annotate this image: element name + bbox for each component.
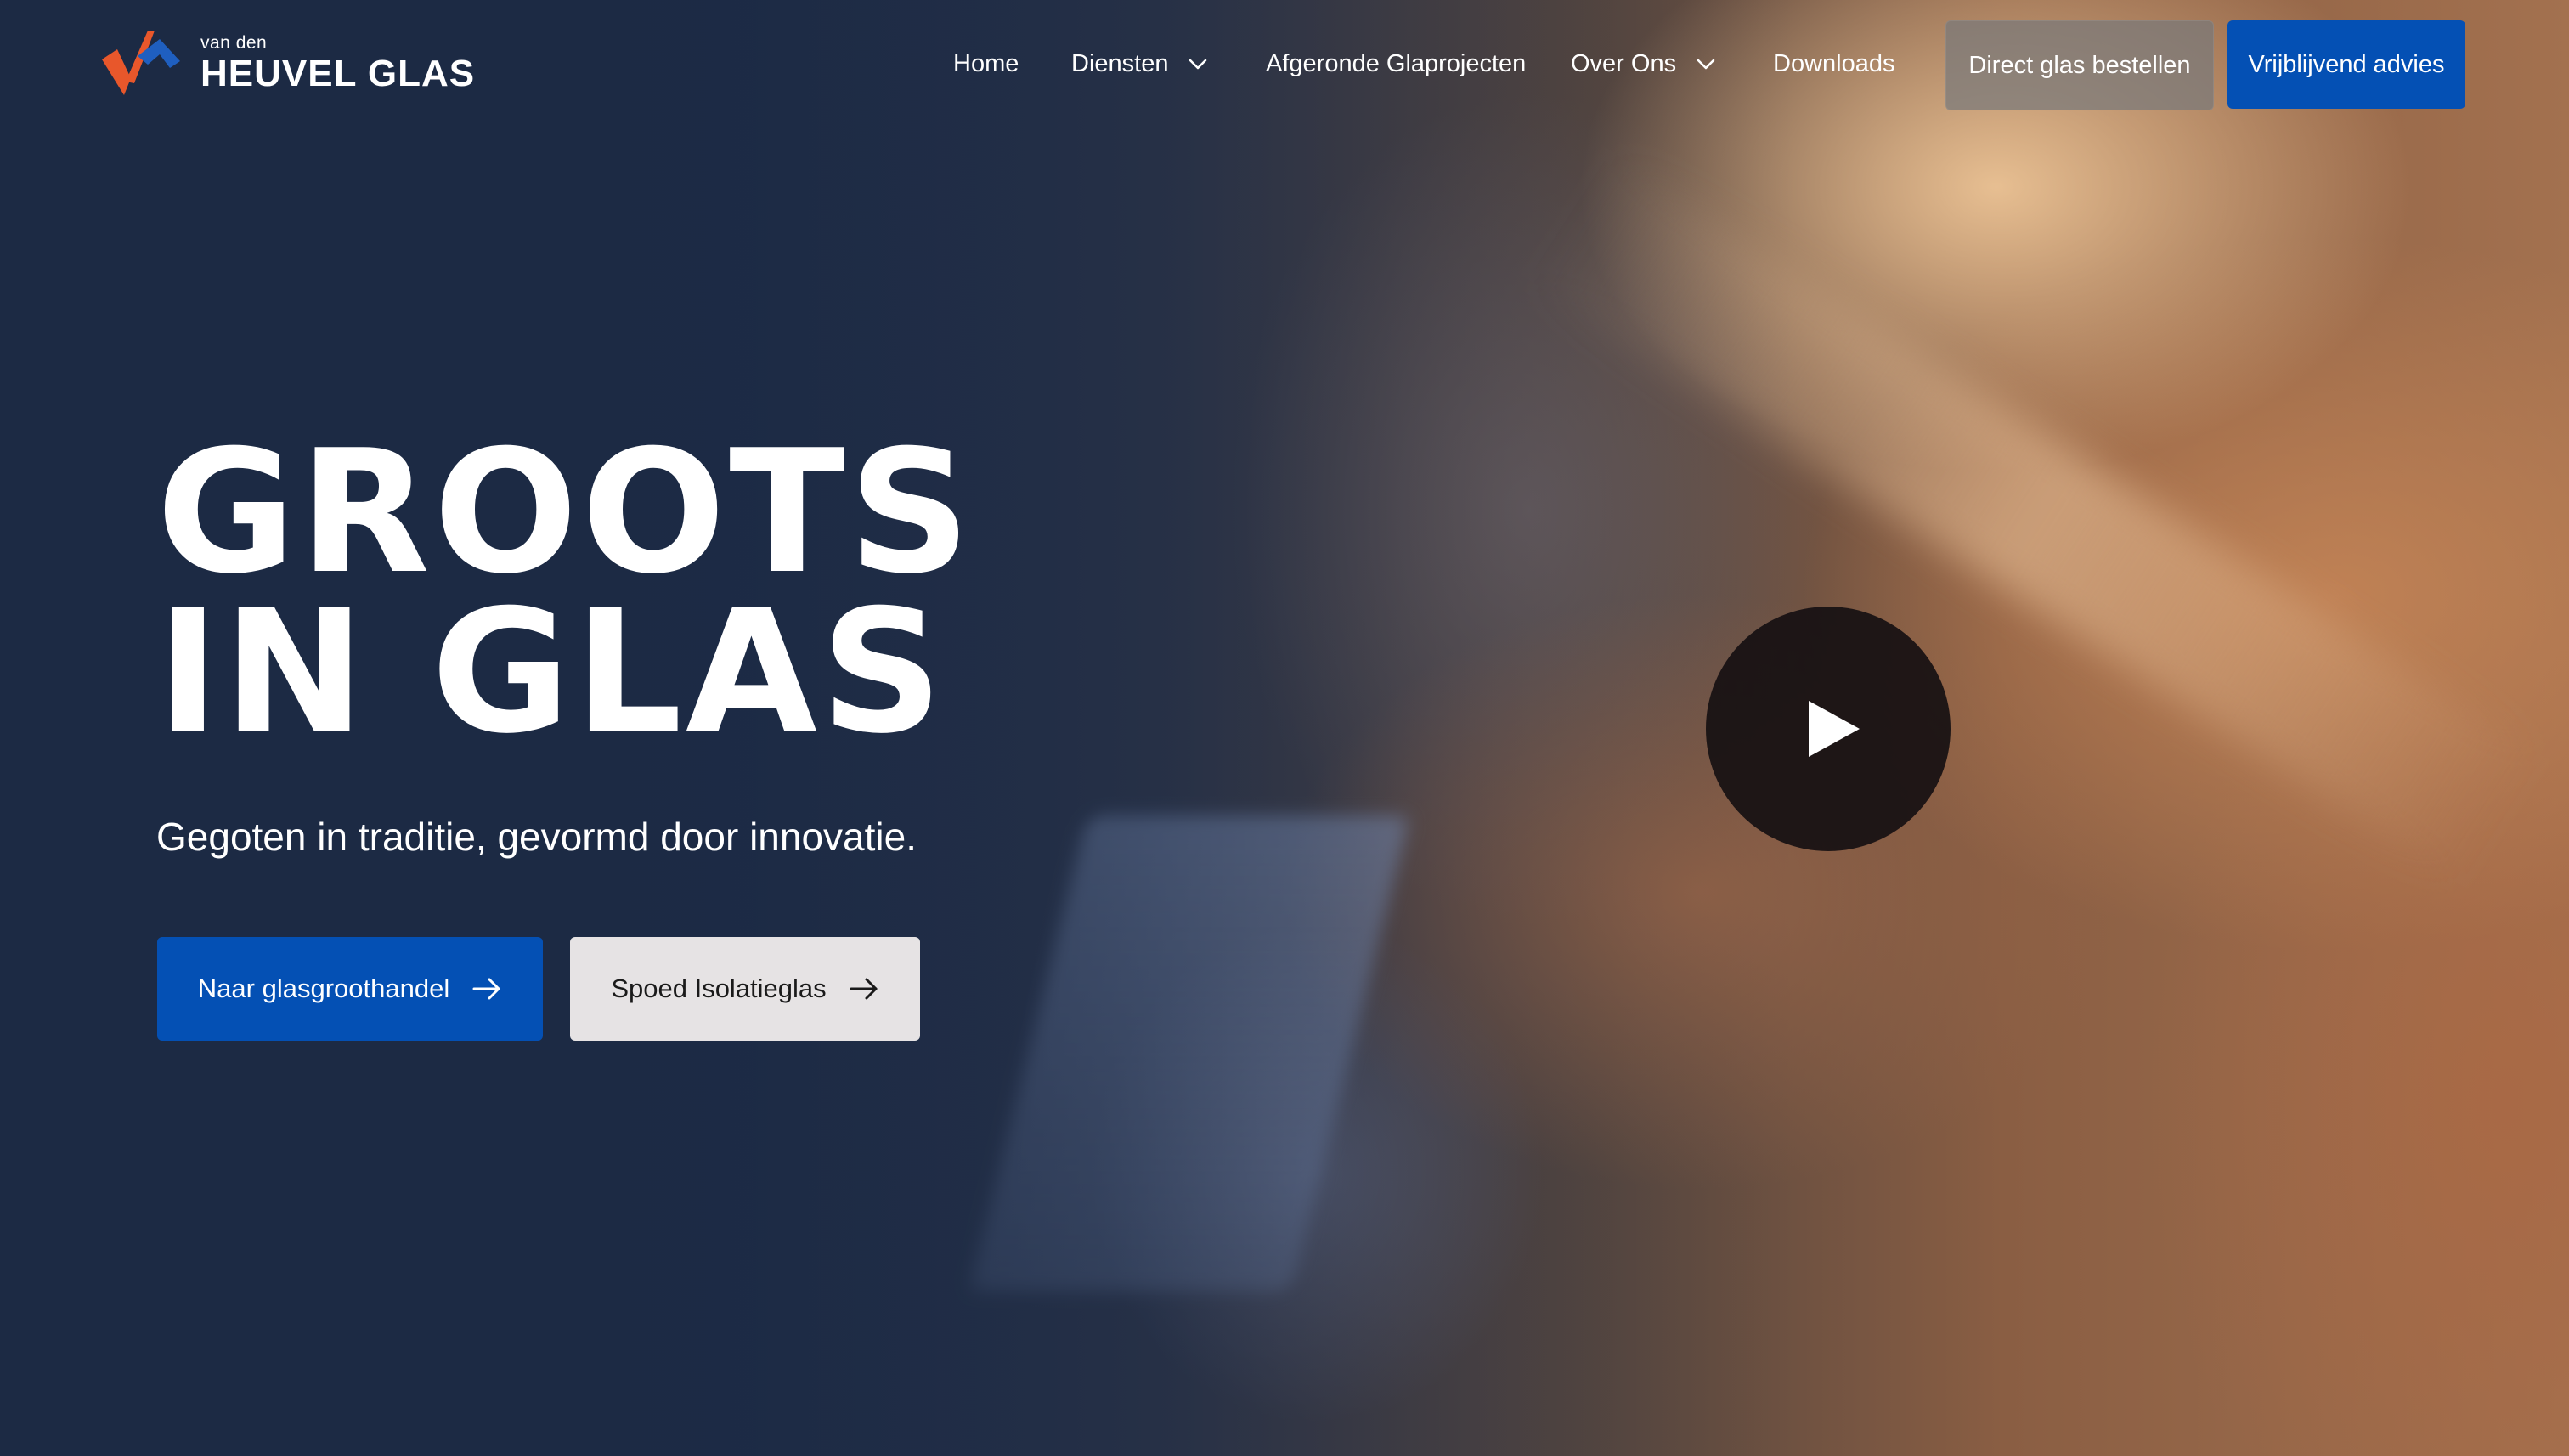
- hero-title-line-1: GROOTS: [156, 414, 974, 612]
- page: van den HEUVEL GLAS Home Diensten Afgero…: [0, 0, 2569, 1456]
- cta-secondary-label: Spoed Isolatieglas: [611, 973, 827, 1003]
- arrow-right-icon: [850, 978, 878, 1000]
- nav-item-home[interactable]: Home: [953, 42, 1019, 85]
- nav-item-afgeronde-glaprojecten[interactable]: Afgeronde Glaprojecten: [1266, 42, 1526, 85]
- nav-item-label: Downloads: [1773, 49, 1895, 77]
- nav-item-label: Home: [953, 49, 1019, 77]
- hero-title-line-2: IN GLAS: [156, 573, 946, 771]
- arrow-right-icon: [472, 978, 500, 1000]
- play-video-button[interactable]: [1706, 607, 1951, 851]
- cta-primary-label: Naar glasgroothandel: [197, 973, 450, 1003]
- play-icon: [1809, 701, 1860, 757]
- vrijblijvend-advies-button[interactable]: Vrijblijvend advies: [2227, 20, 2465, 109]
- spoed-isolatieglas-button[interactable]: Spoed Isolatieglas: [570, 937, 920, 1041]
- chevron-down-icon: [1697, 59, 1715, 70]
- nav-item-label: Afgeronde Glaprojecten: [1266, 49, 1527, 77]
- direct-glas-bestellen-button[interactable]: Direct glas bestellen: [1945, 20, 2214, 110]
- nav-item-diensten[interactable]: Diensten: [1071, 42, 1209, 85]
- hero-subtitle: Gegoten in traditie, gevormd door innova…: [156, 815, 917, 859]
- chevron-down-icon: [1189, 59, 1207, 70]
- nav-item-downloads[interactable]: Downloads: [1773, 42, 1894, 85]
- hero-title: GROOTS IN GLAS: [156, 414, 974, 771]
- nav-item-label: Diensten: [1071, 49, 1169, 77]
- nav-item-label: Over Ons: [1571, 49, 1677, 77]
- nav-item-over-ons[interactable]: Over Ons: [1571, 42, 1717, 85]
- site-header: van den HEUVEL GLAS Home Diensten Afgero…: [0, 0, 2569, 127]
- naar-glasgroothandel-button[interactable]: Naar glasgroothandel: [157, 937, 543, 1041]
